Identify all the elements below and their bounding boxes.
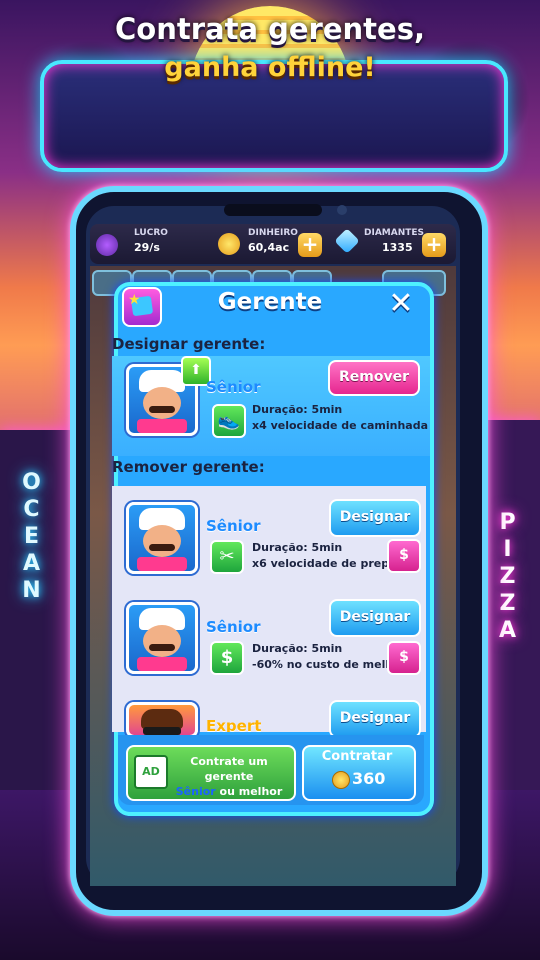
profit-block: LUCRO 29/s xyxy=(134,228,194,260)
hire-price: 360 xyxy=(352,769,386,788)
manager-effect: -60% no custo de melhor xyxy=(252,658,392,671)
diamonds-block: DIAMANTES 1335 xyxy=(364,228,426,260)
diamonds-value: 1335 xyxy=(382,241,413,254)
coin-icon xyxy=(218,233,240,255)
assigned-rank: Sênior xyxy=(206,378,261,396)
chef-avatar xyxy=(126,502,198,574)
hire-label: Contratar xyxy=(321,749,393,764)
dollar-icon: $ xyxy=(210,641,244,675)
profit-value: 29/s xyxy=(134,241,160,254)
dollar-upgrade-button[interactable]: $ xyxy=(387,641,421,675)
modal-title: Gerente xyxy=(217,289,323,315)
add-money-button[interactable]: + xyxy=(298,233,322,257)
profit-label: LUCRO xyxy=(134,228,168,238)
close-button[interactable]: ✕ xyxy=(386,289,416,319)
assign-heading: Designar gerente: xyxy=(112,335,266,353)
assign-button[interactable]: Designar xyxy=(329,700,421,738)
ocean-neon-sign: OCEAN xyxy=(19,470,44,605)
banner-line-2: ganha offline! xyxy=(164,52,376,83)
add-diamonds-button[interactable]: + xyxy=(422,233,446,257)
money-value: 60,4ac xyxy=(248,241,290,254)
manager-rank: Sênior xyxy=(206,618,261,636)
ad-button-text: Contrate um gerente Sênior ou melhor xyxy=(170,754,288,799)
dollar-upgrade-button[interactable]: $ xyxy=(387,539,421,573)
chef-avatar xyxy=(126,602,198,674)
money-label: DINHEIRO xyxy=(248,228,298,238)
banner-line-1: Contrata gerentes, xyxy=(115,12,425,46)
ad-icon: AD xyxy=(134,755,168,789)
assigned-effect: x4 velocidade de caminhada xyxy=(252,419,429,432)
profit-icon xyxy=(96,234,118,256)
camera-icon xyxy=(337,205,347,215)
manager-rank: Expert xyxy=(206,717,262,732)
expert-avatar xyxy=(126,702,198,738)
coin-icon xyxy=(332,771,350,789)
manager-duration: Duração: 5min xyxy=(252,541,343,554)
assign-button[interactable]: Designar xyxy=(329,499,421,537)
tools-icon: ✂ xyxy=(210,540,244,574)
assign-button[interactable]: Designar xyxy=(329,599,421,637)
pizza-neon-sign: PIZZA xyxy=(495,510,520,645)
ad-line-2: ou melhor xyxy=(215,785,283,798)
assigned-duration: Duração: 5min xyxy=(252,403,343,416)
shoe-icon: 👟 xyxy=(212,404,246,438)
ad-line-1: Contrate um gerente xyxy=(190,755,268,783)
remove-heading: Remover gerente: xyxy=(112,458,265,476)
ad-rank: Sênior xyxy=(175,785,216,798)
remove-button[interactable]: Remover xyxy=(328,360,420,396)
manager-effect: x6 velocidade de prepare xyxy=(252,557,392,570)
manager-rank: Sênior xyxy=(206,517,261,535)
diamonds-label: DIAMANTES xyxy=(364,228,425,238)
manager-duration: Duração: 5min xyxy=(252,642,343,655)
phone-notch xyxy=(224,204,322,216)
